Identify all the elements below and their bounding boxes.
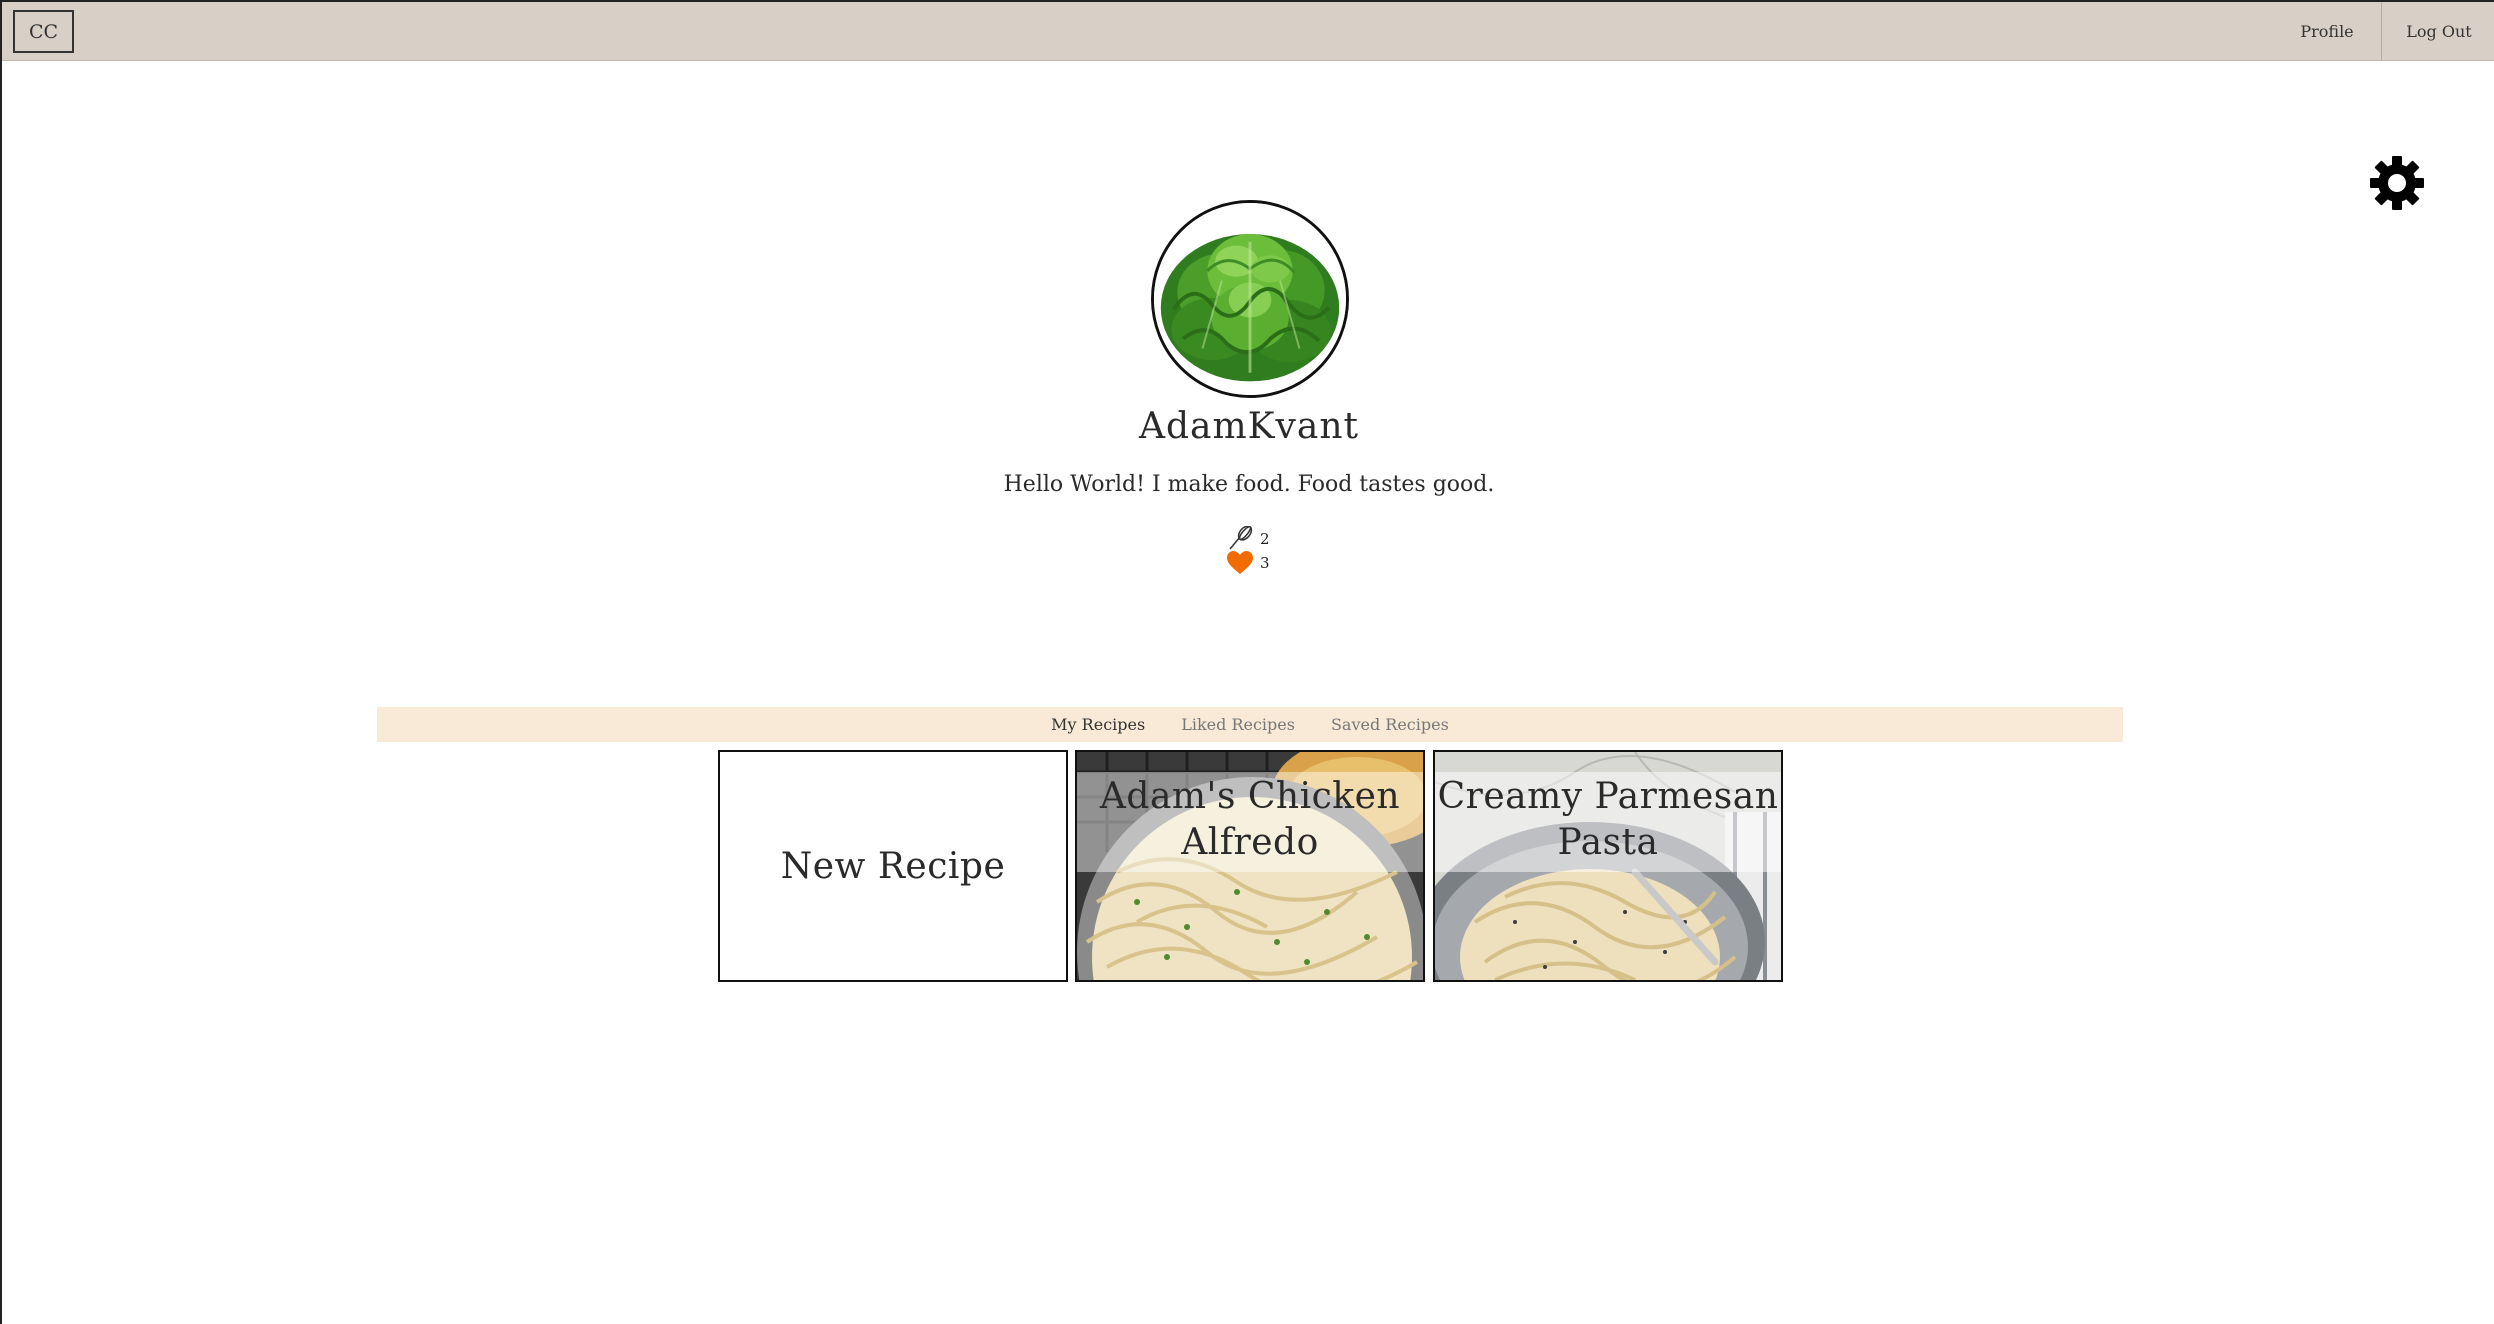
profile-username: AdamKvant (1139, 406, 1359, 447)
tab-saved-recipes[interactable]: Saved Recipes (1331, 715, 1449, 734)
recipe-title: Creamy Parmesan Pasta (1437, 776, 1779, 863)
recipes-count: 2 (1260, 530, 1270, 548)
recipe-card-creamy-parmesan-pasta[interactable]: Creamy Parmesan Pasta (1433, 750, 1783, 982)
gear-icon (2370, 156, 2424, 210)
logout-nav-link[interactable]: Log Out (2382, 2, 2494, 61)
tab-liked-recipes[interactable]: Liked Recipes (1181, 715, 1295, 734)
app-window: CC Profile Log Out AdamKvant Hello World… (0, 0, 2494, 1324)
recipe-tabs: My Recipes Liked Recipes Saved Recipes (377, 707, 2123, 742)
top-navigation-bar: CC Profile Log Out (2, 0, 2494, 61)
likes-count: 3 (1260, 554, 1270, 572)
recipes-count-stat: 2 (1226, 526, 1270, 552)
profile-bio: Hello World! I make food. Food tastes go… (1003, 472, 1495, 497)
tab-my-recipes[interactable]: My Recipes (1051, 715, 1145, 734)
heart-icon (1227, 551, 1253, 574)
logo-button[interactable]: CC (13, 10, 74, 53)
likes-count-stat: 3 (1226, 550, 1270, 576)
recipe-card-chicken-alfredo[interactable]: Adam's Chicken Alfredo (1075, 750, 1425, 982)
recipe-title: Adam's Chicken Alfredo (1099, 776, 1401, 863)
profile-nav-link[interactable]: Profile (2272, 2, 2382, 61)
new-recipe-card[interactable]: New Recipe (718, 750, 1068, 982)
lettuce-image (1154, 203, 1346, 395)
profile-avatar (1151, 200, 1349, 398)
whisk-icon (1229, 526, 1253, 550)
settings-button[interactable] (2370, 156, 2424, 210)
new-recipe-label: New Recipe (780, 845, 1006, 887)
